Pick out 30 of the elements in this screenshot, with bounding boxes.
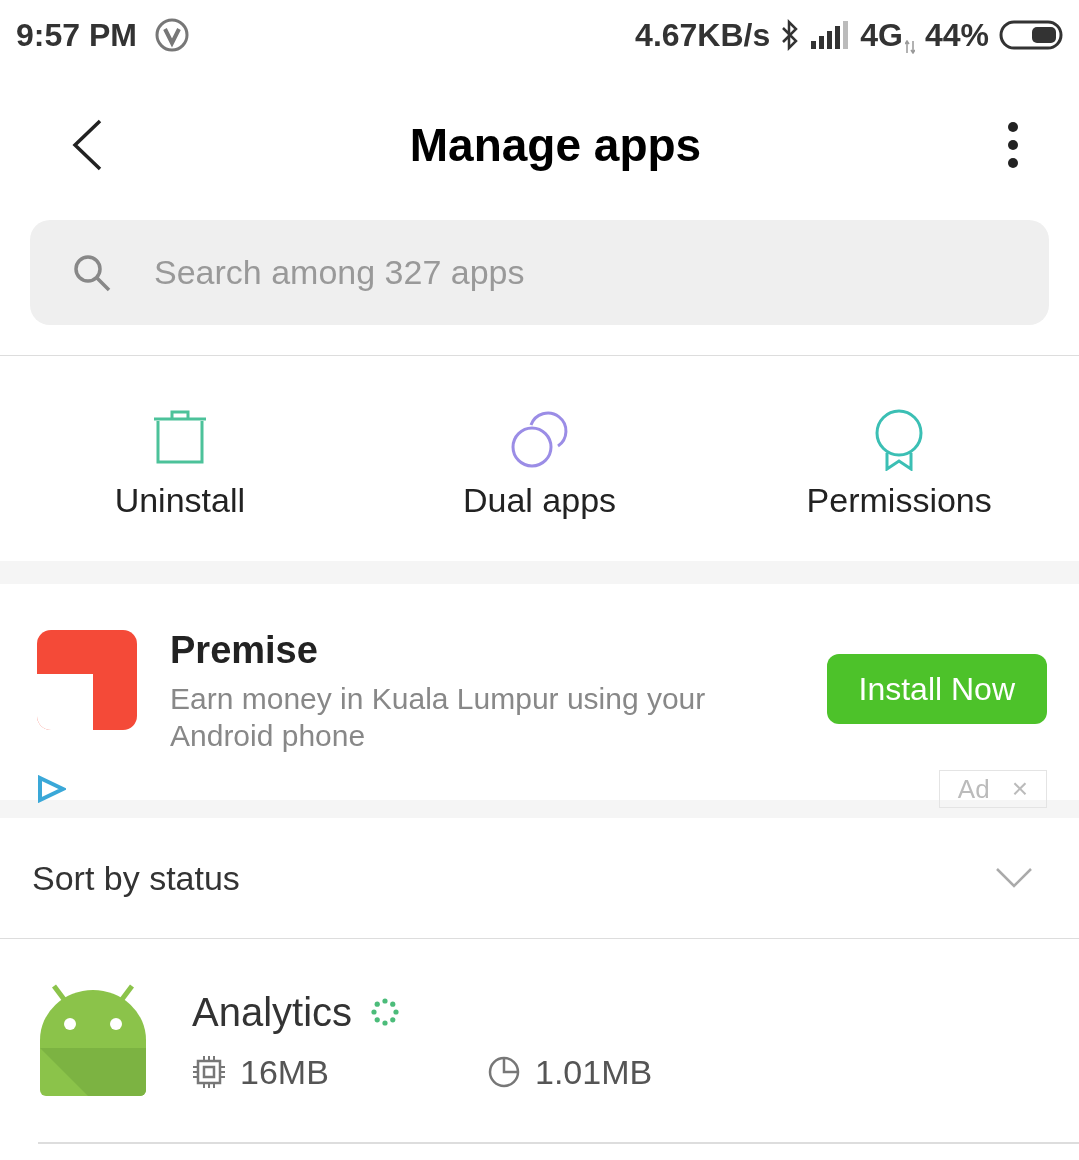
back-icon (70, 118, 104, 172)
play-badge-icon (36, 775, 66, 803)
app-name: Analytics (192, 989, 353, 1035)
search-field[interactable]: Search among 327 apps (30, 220, 1049, 325)
signal-icon (810, 21, 851, 49)
sort-dropdown[interactable]: Sort by status (0, 818, 1079, 938)
more-icon (1007, 121, 1019, 169)
storage-size: 1.01MB (535, 1052, 653, 1092)
pie-chart-icon (487, 1055, 521, 1089)
ad-title: Premise (170, 629, 319, 672)
battery-icon (999, 20, 1063, 50)
data-arrows-icon (904, 39, 915, 54)
network-type: 4G (860, 16, 903, 54)
v-circle-icon (154, 18, 189, 52)
chip-icon (192, 1055, 226, 1089)
action-button[interactable]: Permissions (719, 356, 1079, 561)
battery-percent: 44% (924, 16, 989, 54)
ad-tag: Ad (957, 773, 990, 805)
search-icon (72, 253, 112, 293)
memory-size: 16MB (240, 1052, 329, 1092)
clock: 9:57 PM (16, 16, 137, 54)
page-title: Manage apps (408, 118, 703, 172)
more-button[interactable] (1007, 121, 1019, 169)
action-button[interactable]: Uninstall (0, 356, 360, 561)
action-button[interactable]: Dual apps (359, 356, 720, 561)
chevron-down-icon (995, 867, 1033, 889)
app-list-item[interactable]: Analytics 16MB 1.01MB (38, 939, 1079, 1144)
back-button[interactable] (70, 118, 104, 172)
network-speed: 4.67KB/s (635, 16, 771, 54)
ad-description: Earn money in Kuala Lumpur using your Android phone (170, 681, 707, 754)
